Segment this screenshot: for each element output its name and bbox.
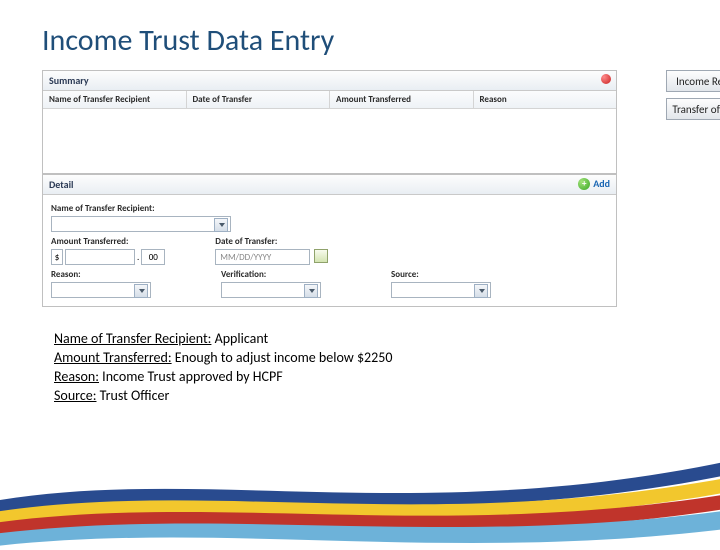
detail-title-text: Detail [49, 178, 74, 191]
calendar-icon[interactable] [314, 249, 328, 263]
instr2-value: Enough to adjust income below $2250 [172, 349, 393, 366]
summary-title-bar: Summary [43, 71, 616, 91]
verification-label: Verification: [221, 269, 321, 280]
page-title: Income Trust Data Entry [0, 0, 720, 69]
amount-cents-input[interactable]: 00 [141, 249, 165, 265]
decorative-swoosh [0, 400, 720, 550]
summary-columns: Name of Transfer Recipient Date of Trans… [43, 91, 616, 109]
date-label: Date of Transfer: [215, 236, 310, 247]
recipient-label: Name of Transfer Recipient: [51, 203, 241, 214]
amount-label: Amount Transferred: [51, 236, 165, 247]
add-label: Add [593, 177, 610, 190]
add-button[interactable]: + Add [578, 177, 610, 190]
amount-prefix: $ [51, 249, 63, 265]
summary-title-text: Summary [49, 74, 89, 87]
instr1-value: Applicant [211, 330, 268, 347]
instr4-value: Trust Officer [96, 387, 169, 404]
recipient-dropdown[interactable] [51, 216, 231, 232]
col-date[interactable]: Date of Transfer [187, 91, 331, 109]
source-label: Source: [391, 269, 491, 280]
transfer-of-income-button[interactable]: Transfer of Income [666, 98, 720, 120]
instr3-label: Reason: [54, 368, 99, 385]
reason-label: Reason: [51, 269, 151, 280]
instruction-line-3: Reason: Income Trust approved by HCPF [54, 368, 392, 387]
close-icon[interactable] [601, 74, 611, 84]
source-dropdown[interactable] [391, 282, 491, 298]
detail-form: Name of Transfer Recipient: Amount Trans… [43, 195, 616, 306]
amount-dot: . [137, 252, 139, 263]
add-icon: + [578, 178, 590, 190]
instr2-label: Amount Transferred: [54, 349, 172, 366]
instruction-line-2: Amount Transferred: Enough to adjust inc… [54, 349, 392, 368]
instr1-label: Name of Transfer Recipient: [54, 330, 211, 347]
detail-panel: Detail + Add Name of Transfer Recipient:… [42, 174, 617, 307]
instructions-block: Name of Transfer Recipient: Applicant Am… [54, 330, 392, 406]
amount-input-group: $ . 00 [51, 249, 165, 265]
side-button-group: Income Received Transfer of Income [666, 70, 720, 120]
instr4-label: Source: [54, 387, 96, 404]
detail-title-bar: Detail + Add [43, 175, 616, 195]
summary-body-empty [43, 109, 616, 173]
income-received-button[interactable]: Income Received [666, 70, 720, 92]
instr3-value: Income Trust approved by HCPF [99, 368, 283, 385]
instruction-line-4: Source: Trust Officer [54, 387, 392, 406]
date-input[interactable]: MM/DD/YYYY [215, 249, 310, 265]
summary-panel: Summary Name of Transfer Recipient Date … [42, 70, 617, 174]
verification-dropdown[interactable] [221, 282, 321, 298]
reason-dropdown[interactable] [51, 282, 151, 298]
col-recipient[interactable]: Name of Transfer Recipient [43, 91, 187, 109]
col-reason[interactable]: Reason [474, 91, 617, 109]
col-amount[interactable]: Amount Transferred [330, 91, 474, 109]
amount-dollars-input[interactable] [65, 249, 135, 265]
app-panel: Summary Name of Transfer Recipient Date … [42, 70, 677, 307]
instruction-line-1: Name of Transfer Recipient: Applicant [54, 330, 392, 349]
